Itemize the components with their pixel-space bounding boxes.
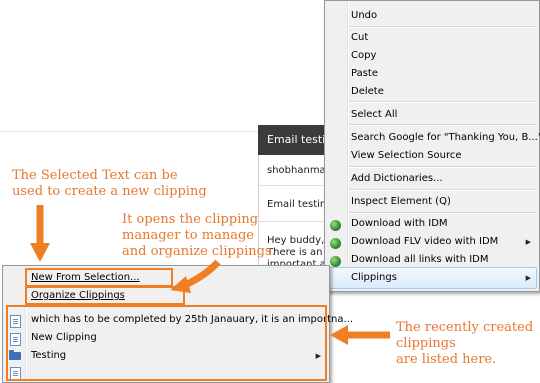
annotation-manager: It opens the clipping manager to manage …	[122, 212, 276, 259]
annotation-selected-text: The Selected Text can be used to create …	[12, 168, 207, 199]
annotation-recent: The recently created clippings are liste…	[396, 320, 534, 367]
